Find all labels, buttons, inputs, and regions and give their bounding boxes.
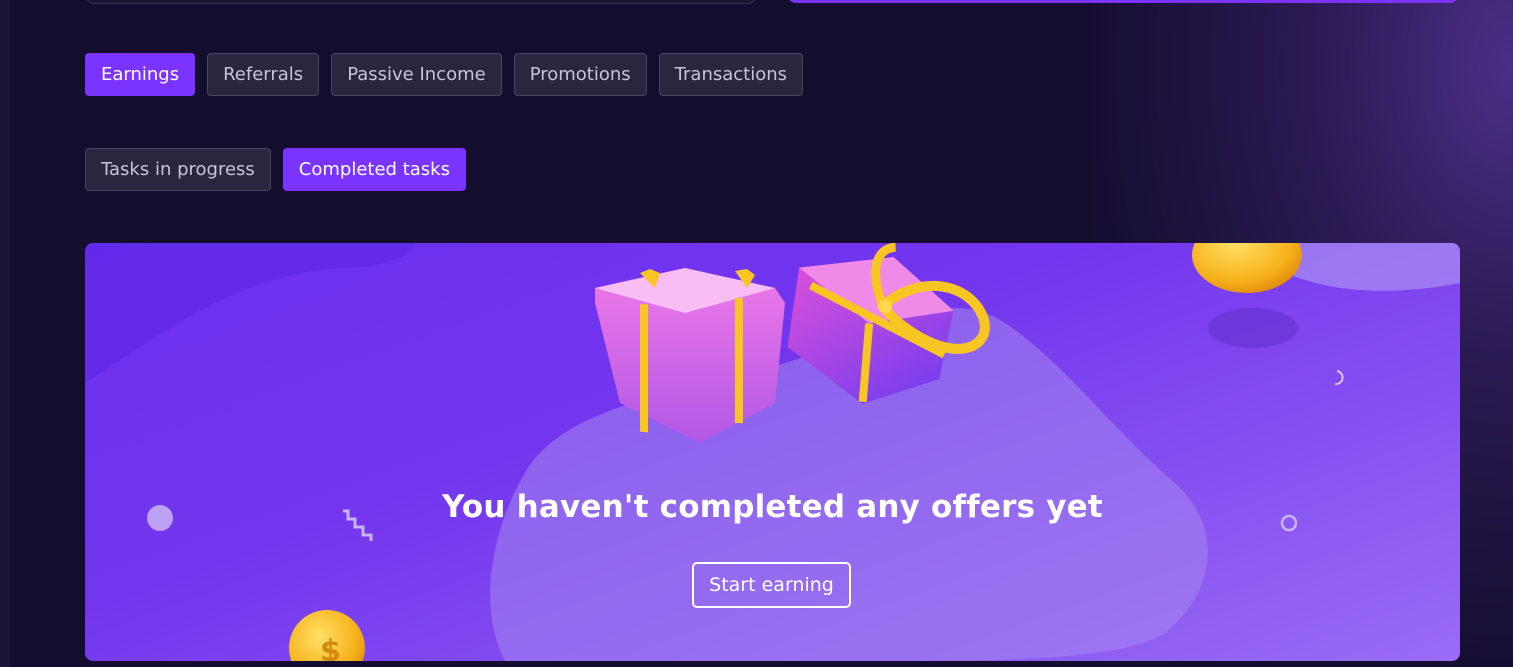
svg-text:$: $	[320, 634, 341, 661]
top-action-button[interactable]	[788, 0, 1458, 3]
tab-transactions[interactable]: Transactions	[658, 53, 804, 96]
tab-referrals[interactable]: Referrals	[207, 53, 320, 96]
coin-icon: $	[289, 610, 365, 661]
tab-completed-tasks[interactable]: Completed tasks	[282, 148, 466, 191]
task-filter-tabs: Tasks in progress Completed tasks	[85, 148, 466, 191]
sidebar-edge	[0, 0, 10, 667]
bg-blob	[85, 243, 415, 383]
coin-icon	[1192, 243, 1302, 348]
tab-promotions[interactable]: Promotions	[513, 53, 647, 96]
empty-state-panel: $ You haven't completed any offers yet S…	[85, 243, 1460, 661]
empty-state-title: You haven't completed any offers yet	[442, 489, 1103, 525]
earnings-tabs: Earnings Referrals Passive Income Promot…	[85, 53, 804, 96]
start-earning-button[interactable]: Start earning	[692, 562, 851, 608]
tab-tasks-in-progress[interactable]: Tasks in progress	[85, 148, 271, 191]
decor-arc	[1334, 370, 1344, 386]
tab-earnings[interactable]: Earnings	[85, 53, 196, 96]
top-input-field[interactable]	[86, 0, 756, 4]
tab-passive-income[interactable]: Passive Income	[331, 53, 502, 96]
